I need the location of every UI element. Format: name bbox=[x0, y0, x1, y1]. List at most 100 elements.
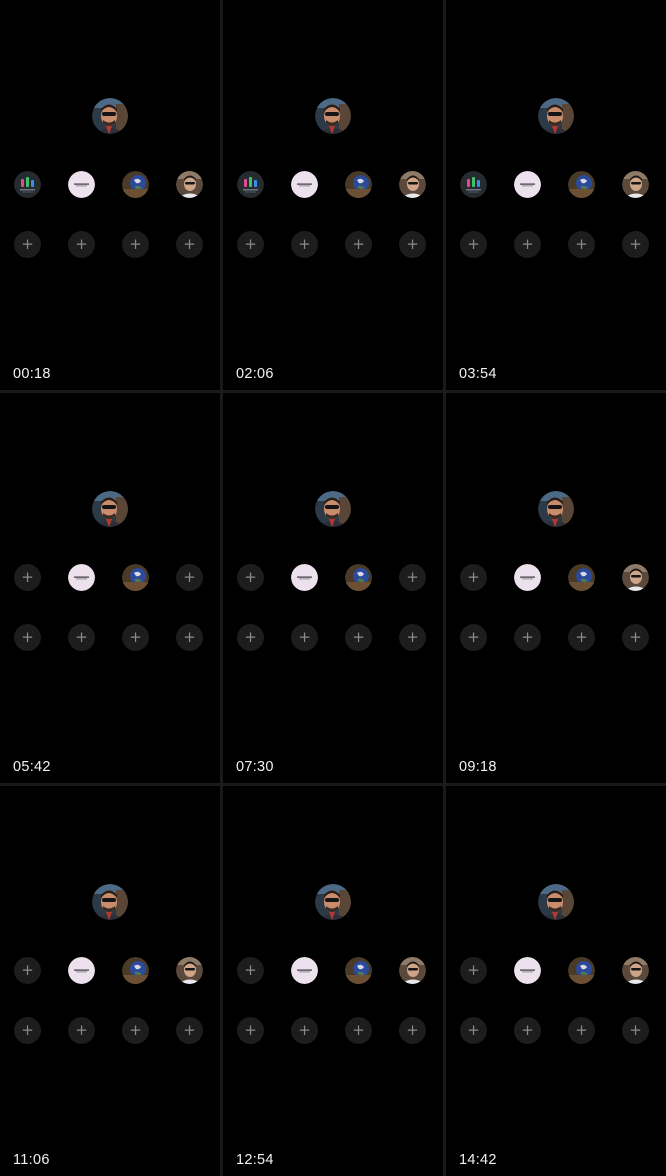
plus-icon: + bbox=[244, 1020, 257, 1039]
earth-thumbnail[interactable] bbox=[122, 171, 149, 198]
add-slot-button[interactable]: + bbox=[345, 1017, 372, 1044]
video-frame: + + + + +11:06 bbox=[0, 786, 220, 1176]
add-slot-button[interactable]: + bbox=[176, 624, 203, 651]
add-slot-button[interactable]: + bbox=[460, 231, 487, 258]
profile-avatar[interactable] bbox=[92, 884, 128, 920]
person-thumbnail[interactable] bbox=[399, 171, 426, 198]
add-slot-button[interactable]: + bbox=[68, 1017, 95, 1044]
profile-avatar[interactable] bbox=[315, 98, 351, 134]
note-thumbnail[interactable] bbox=[514, 171, 541, 198]
add-slot-button[interactable]: + bbox=[237, 957, 264, 984]
add-slot-button[interactable]: + bbox=[122, 1017, 149, 1044]
video-frame: + + + + +12:54 bbox=[223, 786, 443, 1176]
profile-avatar[interactable] bbox=[538, 491, 574, 527]
note-thumbnail[interactable] bbox=[68, 564, 95, 591]
add-slot-button[interactable]: + bbox=[14, 231, 41, 258]
add-slot-button[interactable]: + bbox=[345, 624, 372, 651]
person-thumbnail[interactable] bbox=[399, 957, 426, 984]
frame-timestamp: 05:42 bbox=[13, 759, 51, 775]
add-slot-button[interactable]: + bbox=[237, 231, 264, 258]
plus-icon: + bbox=[467, 627, 480, 646]
plus-icon: + bbox=[629, 627, 642, 646]
note-thumbnail[interactable] bbox=[68, 171, 95, 198]
note-thumbnail[interactable] bbox=[291, 957, 318, 984]
earth-thumbnail[interactable] bbox=[568, 564, 595, 591]
add-slot-button[interactable]: + bbox=[68, 624, 95, 651]
add-slot-button[interactable]: + bbox=[122, 231, 149, 258]
note-thumbnail[interactable] bbox=[291, 564, 318, 591]
add-slot-button[interactable]: + bbox=[237, 624, 264, 651]
note-thumbnail[interactable] bbox=[291, 171, 318, 198]
frame-timestamp: 11:06 bbox=[13, 1152, 50, 1168]
person-thumbnail[interactable] bbox=[622, 564, 649, 591]
add-slot-button[interactable]: + bbox=[291, 1017, 318, 1044]
add-slot-button[interactable]: + bbox=[291, 624, 318, 651]
plus-icon: + bbox=[406, 567, 419, 586]
earth-thumbnail[interactable] bbox=[345, 957, 372, 984]
add-slot-button[interactable]: + bbox=[176, 231, 203, 258]
profile-avatar[interactable] bbox=[92, 98, 128, 134]
add-slot-button[interactable]: + bbox=[14, 624, 41, 651]
note-thumbnail[interactable] bbox=[514, 564, 541, 591]
add-slot-button[interactable]: + bbox=[622, 624, 649, 651]
add-slot-button[interactable]: + bbox=[291, 231, 318, 258]
add-slot-button[interactable]: + bbox=[514, 624, 541, 651]
add-slot-button[interactable]: + bbox=[622, 231, 649, 258]
earth-thumbnail[interactable] bbox=[568, 957, 595, 984]
video-frame: + + + + +14:42 bbox=[446, 786, 666, 1176]
add-slot-button[interactable]: + bbox=[460, 1017, 487, 1044]
add-slot-button[interactable]: + bbox=[345, 231, 372, 258]
person-thumbnail[interactable] bbox=[622, 957, 649, 984]
add-slot-button[interactable]: + bbox=[460, 564, 487, 591]
stats-thumbnail[interactable] bbox=[237, 171, 264, 198]
add-slot-button[interactable]: + bbox=[14, 957, 41, 984]
add-slot-button[interactable]: + bbox=[568, 1017, 595, 1044]
plus-icon: + bbox=[244, 960, 257, 979]
add-slot-button[interactable]: + bbox=[68, 231, 95, 258]
frame-timestamp: 14:42 bbox=[459, 1152, 497, 1168]
add-slot-button[interactable]: + bbox=[399, 231, 426, 258]
plus-icon: + bbox=[21, 567, 34, 586]
add-slot-button[interactable]: + bbox=[237, 1017, 264, 1044]
profile-avatar[interactable] bbox=[92, 491, 128, 527]
add-slot-button[interactable]: + bbox=[514, 231, 541, 258]
person-thumbnail[interactable] bbox=[622, 171, 649, 198]
person-thumbnail[interactable] bbox=[176, 957, 203, 984]
plus-icon: + bbox=[629, 1020, 642, 1039]
add-slot-button[interactable]: + bbox=[176, 564, 203, 591]
stats-thumbnail[interactable] bbox=[460, 171, 487, 198]
profile-avatar[interactable] bbox=[315, 491, 351, 527]
add-slot-button[interactable]: + bbox=[622, 1017, 649, 1044]
note-thumbnail[interactable] bbox=[514, 957, 541, 984]
person-thumbnail[interactable] bbox=[176, 171, 203, 198]
profile-avatar[interactable] bbox=[315, 884, 351, 920]
earth-thumbnail[interactable] bbox=[568, 171, 595, 198]
add-slot-button[interactable]: + bbox=[460, 624, 487, 651]
video-frame: + + + +00:18 bbox=[0, 0, 220, 390]
note-thumbnail[interactable] bbox=[68, 957, 95, 984]
add-slot-button[interactable]: + bbox=[399, 1017, 426, 1044]
stats-thumbnail[interactable] bbox=[14, 171, 41, 198]
plus-icon: + bbox=[129, 627, 142, 646]
add-slot-button[interactable]: + bbox=[14, 1017, 41, 1044]
add-slot-button[interactable]: + bbox=[237, 564, 264, 591]
add-slot-button[interactable]: + bbox=[176, 1017, 203, 1044]
add-slot-button[interactable]: + bbox=[514, 1017, 541, 1044]
earth-thumbnail[interactable] bbox=[122, 957, 149, 984]
earth-thumbnail[interactable] bbox=[345, 564, 372, 591]
add-slot-button[interactable]: + bbox=[399, 624, 426, 651]
plus-icon: + bbox=[521, 234, 534, 253]
add-slot-button[interactable]: + bbox=[14, 564, 41, 591]
earth-thumbnail[interactable] bbox=[345, 171, 372, 198]
earth-thumbnail[interactable] bbox=[122, 564, 149, 591]
add-slot-button[interactable]: + bbox=[568, 231, 595, 258]
profile-avatar[interactable] bbox=[538, 884, 574, 920]
plus-icon: + bbox=[244, 567, 257, 586]
plus-icon: + bbox=[129, 1020, 142, 1039]
add-slot-button[interactable]: + bbox=[399, 564, 426, 591]
add-slot-button[interactable]: + bbox=[460, 957, 487, 984]
add-slot-button[interactable]: + bbox=[122, 624, 149, 651]
plus-icon: + bbox=[467, 567, 480, 586]
profile-avatar[interactable] bbox=[538, 98, 574, 134]
add-slot-button[interactable]: + bbox=[568, 624, 595, 651]
